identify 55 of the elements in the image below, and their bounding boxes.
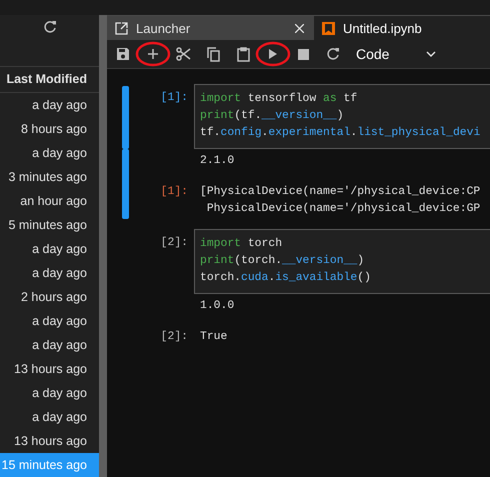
cell-selection-bar[interactable] [122, 149, 129, 219]
restart-icon [326, 47, 340, 61]
plus-icon [147, 48, 159, 60]
file-modified-cell[interactable]: a day ago [0, 381, 99, 405]
file-modified-cell[interactable]: 13 hours ago [0, 357, 99, 381]
insert-button[interactable] [138, 41, 168, 67]
code-line: torch.cuda.is_available() [200, 270, 372, 286]
code-line: tf.config.experimental.list_physical_devi [200, 126, 482, 141]
run-button[interactable] [258, 41, 288, 67]
cell-selection-bar[interactable] [122, 86, 129, 149]
file-modified-cell[interactable]: a day ago [0, 237, 99, 261]
tab[interactable]: Launcher [107, 16, 314, 40]
file-modified-cell[interactable]: 13 hours ago [0, 429, 99, 453]
run-icon [268, 48, 278, 60]
code-line: print(tf.__version__) [200, 108, 345, 124]
clipboard-icon [236, 46, 250, 62]
file-modified-cell[interactable]: a day ago [0, 261, 99, 285]
file-modified-cell[interactable]: 2 hours ago [0, 285, 99, 309]
file-modified-cell[interactable]: 5 minutes ago [0, 213, 99, 237]
annotation-circle [255, 41, 291, 67]
scissors-icon [176, 47, 190, 61]
file-modified-cell[interactable]: a day ago [0, 309, 99, 333]
code-editor[interactable]: import tensorflow as tf print(tf.__version__) tf.config.experimental.list_physical_devi [194, 84, 490, 149]
output-prompt: [2]: [160, 330, 189, 345]
cell-type-dropdown[interactable]: Code [356, 46, 436, 62]
refresh-icon[interactable] [42, 20, 56, 34]
input-prompt: [2]: [160, 236, 189, 251]
input-prompt: [1]: [160, 90, 189, 106]
output-line: PhysicalDevice(name='/physical_device:GP [206, 202, 480, 217]
close-icon[interactable] [295, 24, 304, 32]
code-line: import tensorflow as tf [200, 92, 358, 107]
output-prompt: [1]: [160, 184, 189, 200]
chevron-down-icon [426, 51, 436, 57]
file-modified-cell[interactable]: 8 hours ago [0, 117, 99, 141]
file-modified-cell[interactable]: a day ago [0, 405, 99, 429]
file-modified-cell[interactable]: an hour ago [0, 189, 99, 213]
stop-icon [298, 48, 308, 60]
code-editor[interactable]: import torch print(torch.__version__) torch.cuda.is_available() [194, 229, 490, 294]
save-icon [116, 47, 130, 61]
external-link-icon [115, 22, 128, 34]
output-line: 2.1.0 [200, 154, 234, 169]
output-line: True [200, 330, 228, 345]
file-modified-cell[interactable]: a day ago [0, 141, 99, 165]
output-line: 1.0.0 [200, 299, 234, 314]
tab[interactable]: Untitled.ipynb [314, 16, 490, 40]
file-modified-cell[interactable]: a day ago [0, 333, 99, 357]
code-line: print(torch.__version__) [200, 254, 366, 269]
file-modified-cell[interactable]: a day ago [0, 93, 99, 117]
code-line: import torch [200, 236, 284, 252]
output-line: [PhysicalDevice(name='/physical_device:CP [200, 184, 480, 200]
annotation-circle [135, 41, 171, 67]
copy-icon [206, 46, 220, 62]
column-header[interactable]: Last Modified [6, 72, 87, 86]
file-modified-cell[interactable]: 3 minutes ago [0, 165, 99, 189]
notebook-icon [322, 22, 335, 34]
